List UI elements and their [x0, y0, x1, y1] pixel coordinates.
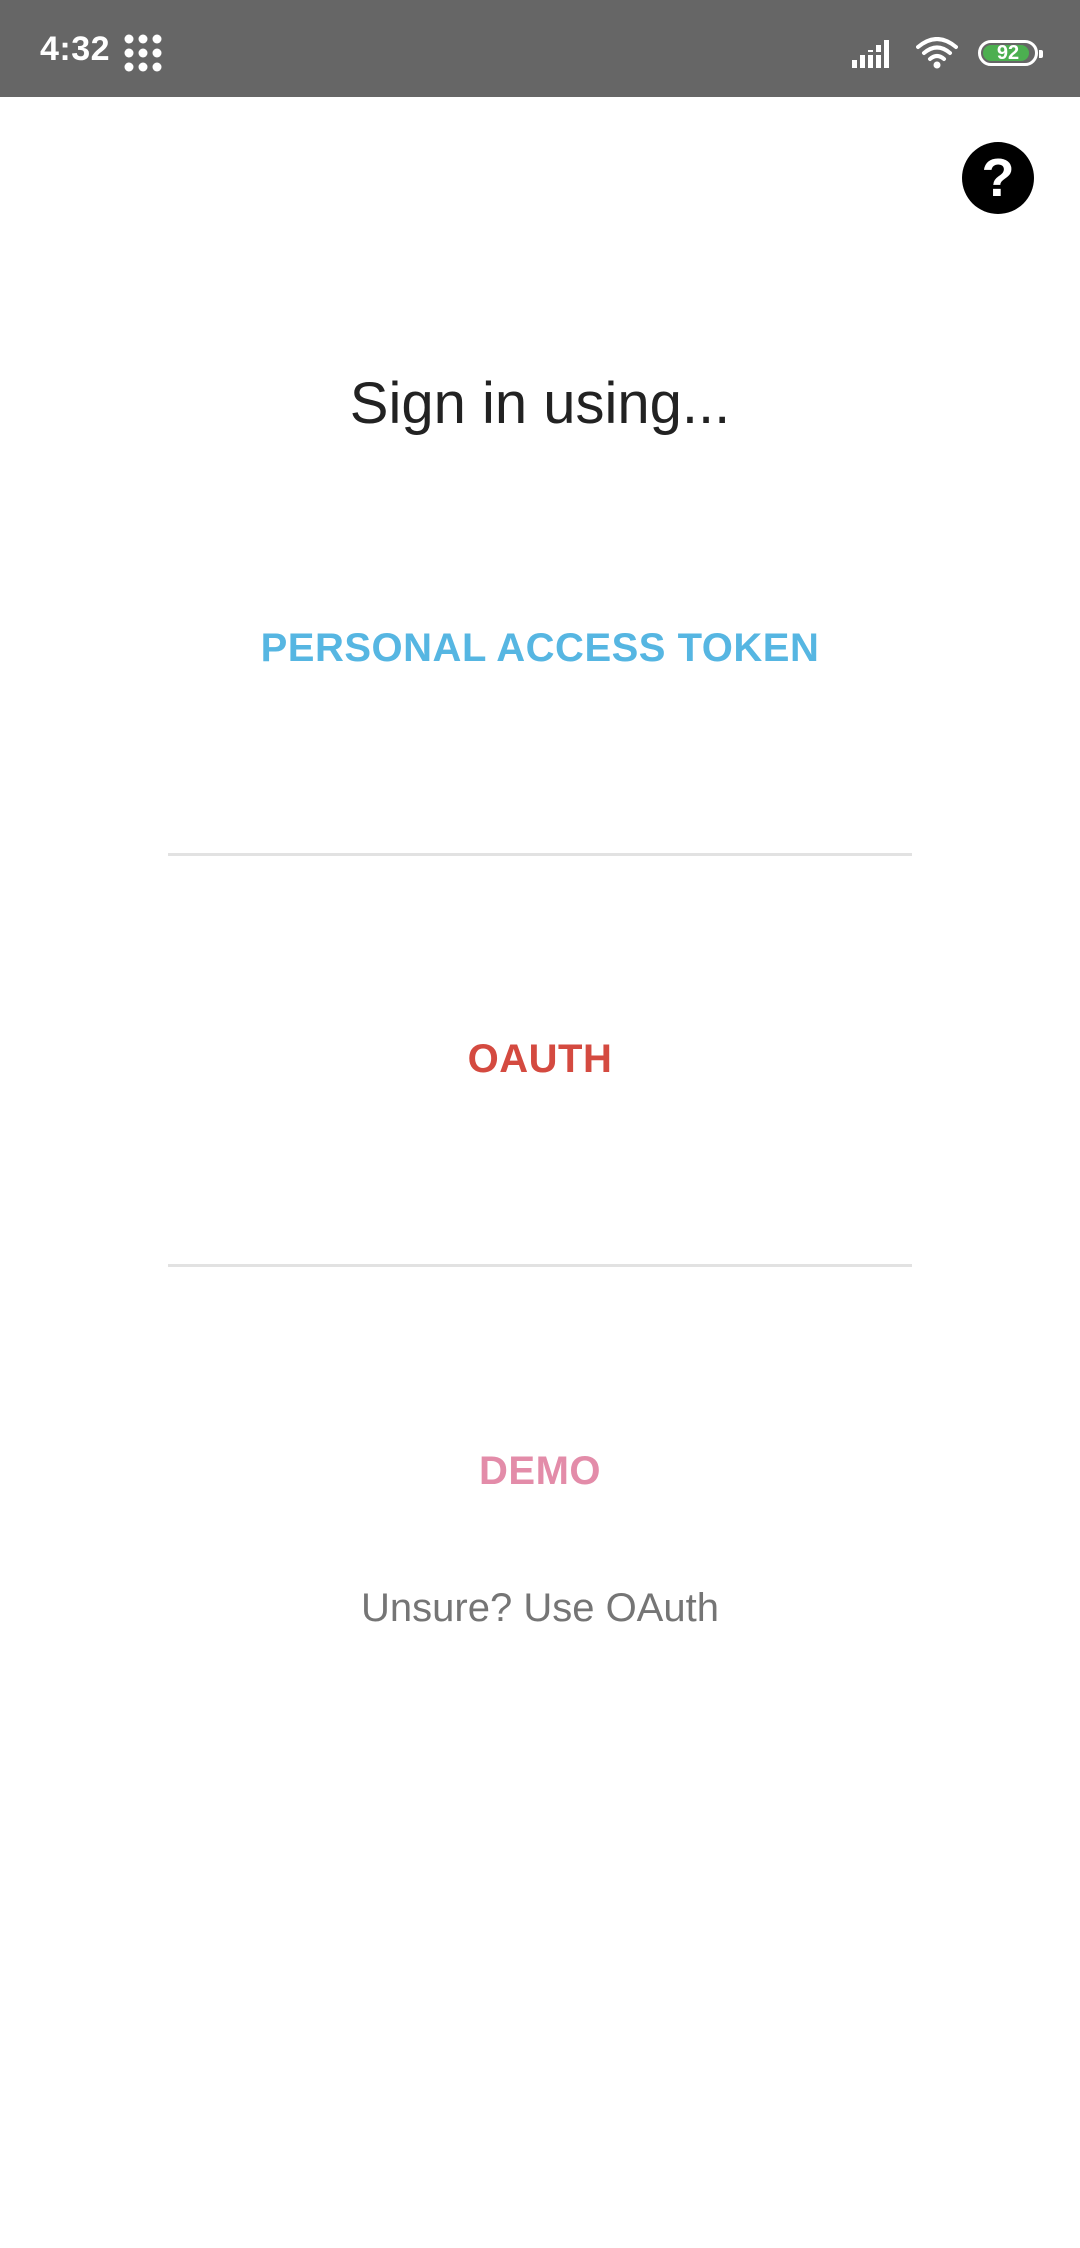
oauth-button[interactable]: OAUTH — [0, 1037, 1080, 1082]
battery-cap — [1039, 50, 1043, 58]
hint-text: Unsure? Use OAuth — [361, 1586, 719, 1630]
help-icon: ? — [981, 148, 1015, 208]
status-bar: 4:32 92 — [0, 0, 1080, 97]
battery-indicator: 92 — [978, 40, 1043, 66]
app-grid-icon — [124, 34, 162, 72]
help-button[interactable]: ? — [962, 142, 1034, 214]
personal-access-token-button[interactable]: PERSONAL ACCESS TOKEN — [0, 626, 1080, 671]
demo-button[interactable]: DEMO — [0, 1449, 1080, 1494]
status-time: 4:32 — [40, 30, 111, 68]
divider — [168, 853, 912, 856]
divider — [168, 1264, 912, 1267]
battery-level: 92 — [996, 42, 1020, 64]
status-indicators: 92 — [852, 34, 1043, 72]
signal-icon — [852, 40, 889, 68]
wifi-icon — [916, 37, 958, 69]
page-title: Sign in using... — [349, 371, 731, 436]
